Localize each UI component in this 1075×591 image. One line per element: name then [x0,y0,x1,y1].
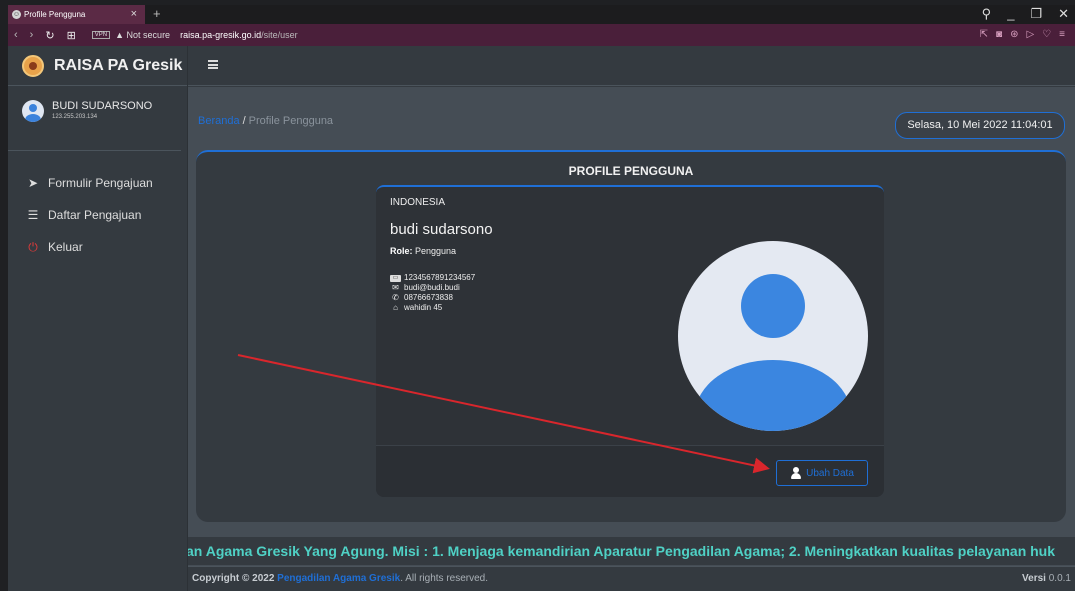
nav-buttons: ‹ › ↻ ⊞ [14,29,76,42]
profile-avatar-icon [678,241,868,431]
id-row: ▭ 1234567891234567 [390,273,475,283]
address-row: ⌂ wahidin 45 [390,303,475,313]
breadcrumb: Beranda / Profile Pengguna [198,115,333,127]
sidebar-item-label: Formulir Pengajuan [48,176,153,190]
camera-icon[interactable]: ◙ [996,29,1002,40]
user-panel[interactable]: BUDI SUDARSONO 123.255.203.134 [8,86,181,151]
sidebar-item-label: Daftar Pengajuan [48,208,142,222]
address: wahidin 45 [404,303,443,312]
breadcrumb-current: Profile Pengguna [248,115,334,127]
copyright-text: Copyright © 2022 [192,573,275,584]
back-icon[interactable]: ‹ [14,29,18,42]
avatar-head [741,274,805,338]
favicon-icon: ☺ [12,10,21,19]
sidebar: RAISA PA Gresik BUDI SUDARSONO 123.255.2… [8,46,188,591]
new-tab-icon[interactable]: + [153,6,161,21]
paper-plane-icon: ➤ [27,176,39,190]
page-title: PROFILE PENGGUNA [568,164,694,178]
brand-text: RAISA PA Gresik [54,56,183,74]
extension-icon[interactable]: ⊛ [1010,29,1018,40]
running-text-marquee: an Agama Gresik Yang Agung. Misi : 1. Me… [188,537,1075,565]
edit-profile-label: Ubah Data [806,467,854,479]
version-label: Versi [1022,573,1046,584]
heart-icon[interactable]: ♡ [1042,29,1051,40]
envelope-icon: ✉ [392,283,399,292]
profile-role: Role: Pengguna [390,246,456,256]
phone: 08766673838 [404,293,453,302]
email: budi@budi.budi [404,283,460,292]
user-ip: 123.255.203.134 [52,114,98,120]
power-icon: ⏻ [28,239,38,254]
marquee-text: an Agama Gresik Yang Agung. Misi : 1. Me… [188,543,1056,559]
brand-logo-icon [22,54,44,77]
home-icon: ⌂ [393,303,398,312]
role-value: Pengguna [415,246,457,256]
user-avatar-icon [22,100,44,122]
window-controls: ⚲ _ ❐ ✕ [982,6,1069,22]
share-icon[interactable]: ⇱ [980,29,988,40]
play-icon[interactable]: ▷ [1026,29,1034,40]
hamburger-menu-icon[interactable] [208,60,218,69]
email-row: ✉ budi@budi.budi [390,283,475,293]
tab-bar: ☺ Profile Pengguna × + ⚲ _ ❐ ✕ [8,5,1075,24]
user-name: BUDI SUDARSONO [52,100,153,112]
sidebar-item-daftar-pengajuan[interactable]: ☰ Daftar Pengajuan [8,199,187,231]
phone-icon: ✆ [392,293,399,302]
close-window-icon[interactable]: ✕ [1058,6,1069,22]
edit-profile-button[interactable]: Ubah Data [776,460,868,486]
breadcrumb-home-link[interactable]: Beranda [198,115,240,127]
id-card-icon: ▭ [390,274,401,282]
address-bar-icons: ⇱ ◙ ⊛ ▷ ♡ ≡ [980,29,1065,40]
sidebar-item-keluar[interactable]: ⏻ Keluar [8,231,187,263]
phone-row: ✆ 08766673838 [390,293,475,303]
browser-tab[interactable]: ☺ Profile Pengguna × [8,5,145,24]
breadcrumb-separator: / [242,115,246,127]
grid-icon[interactable]: ⊞ [67,29,76,42]
profile-details: ▭ 1234567891234567 ✉ budi@budi.budi ✆ 08766… [390,273,475,313]
url-domain: raisa.pa-gresik.go.id [180,30,262,40]
close-tab-icon[interactable]: × [131,8,137,20]
list-icon: ☰ [27,208,39,222]
profile-card-footer: Ubah Data [376,445,884,497]
brand-link[interactable]: RAISA PA Gresik [8,46,187,86]
sidebar-menu: ➤ Formulir Pengajuan ☰ Daftar Pengajuan … [8,151,187,263]
reload-icon[interactable]: ↻ [45,29,54,42]
datetime-display: Selasa, 10 Mei 2022 11:04:01 [895,112,1065,139]
profile-country: INDONESIA [390,197,446,208]
profile-card: INDONESIA budi sudarsono Role: Pengguna … [376,185,884,497]
minimize-icon[interactable]: _ [1007,6,1014,22]
profile-section-card: PROFILE PENGGUNA INDONESIA budi sudarson… [196,150,1066,522]
version-info: Versi 0.0.1 [1022,567,1071,591]
forward-icon[interactable]: › [30,29,34,42]
main-content: Beranda / Profile Pengguna Selasa, 10 Mei … [188,87,1075,591]
address-bar: ‹ › ↻ ⊞ VPN ▲ Not secure raisa.pa-gresik… [8,24,1075,46]
sidebar-item-label: Keluar [48,240,83,254]
url-path: /site/user [261,30,298,40]
id-number: 1234567891234567 [404,273,476,282]
sidebar-item-formulir-pengajuan[interactable]: ➤ Formulir Pengajuan [8,167,187,199]
page-footer: Copyright © 2022 Pengadilan Agama Gresik… [188,566,1075,591]
settings-icon[interactable]: ≡ [1059,29,1065,40]
url-field[interactable]: raisa.pa-gresik.go.id/site/user [180,30,298,40]
security-text: Not secure [126,30,171,40]
restore-icon[interactable]: ❐ [1030,6,1042,22]
top-navbar [188,46,1075,86]
security-indicator[interactable]: ▲ Not secure [115,30,170,40]
avatar-body [695,360,851,431]
footer-org-link[interactable]: Pengadilan Agama Gresik [277,573,400,584]
search-icon[interactable]: ⚲ [982,6,992,22]
tab-title: Profile Pengguna [24,10,86,19]
footer-rights: . All rights reserved. [400,573,488,584]
browser-window: ☺ Profile Pengguna × + ⚲ _ ❐ ✕ ‹ › ↻ ⊞ V… [8,5,1075,591]
version-value: 0.0.1 [1048,573,1071,584]
role-label: Role: [390,246,413,256]
profile-name: budi sudarsono [390,221,493,238]
user-icon [790,467,802,479]
vpn-badge[interactable]: VPN [91,31,111,39]
